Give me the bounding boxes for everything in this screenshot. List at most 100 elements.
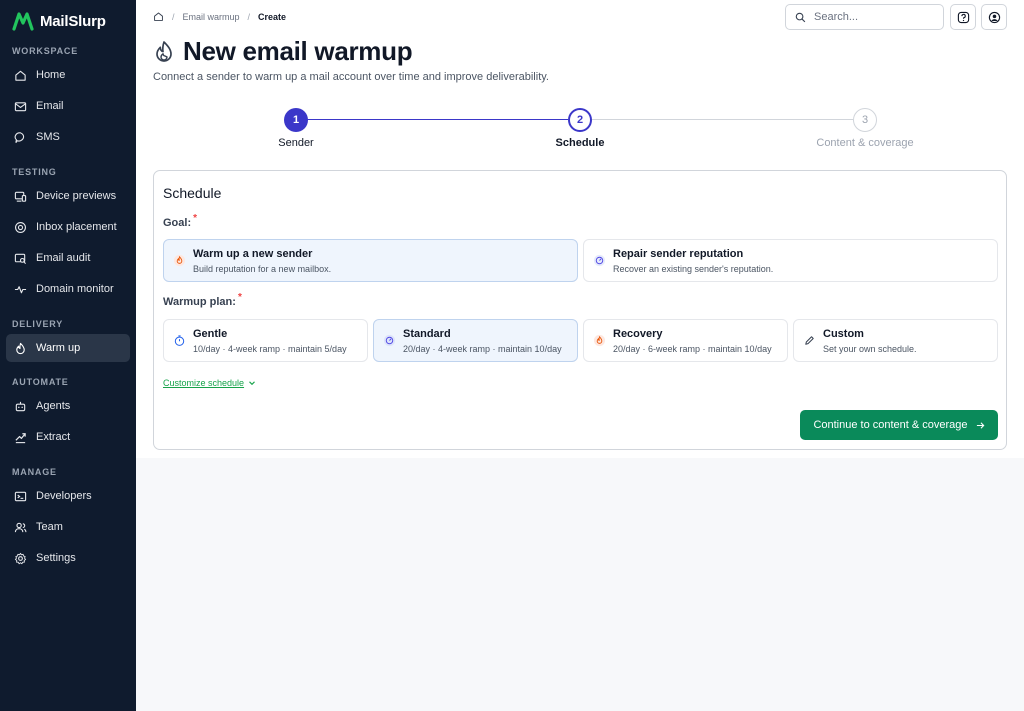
- option-description: Build reputation for a new mailbox.: [193, 264, 332, 274]
- sidebar-item-device-previews[interactable]: Device previews: [6, 182, 130, 210]
- sidebar-item-label: Agents: [36, 400, 71, 412]
- mailslurp-logo-icon: [12, 12, 34, 31]
- sidebar-item-email-audit[interactable]: Email audit: [6, 244, 130, 272]
- warmup-plan-label-text: Warmup plan:: [163, 296, 236, 308]
- customize-schedule-label: Customize schedule: [163, 378, 245, 388]
- brand[interactable]: MailSlurp: [12, 11, 106, 31]
- sidebar-item-label: Email audit: [36, 252, 91, 264]
- section-label-testing: TESTING: [12, 167, 57, 177]
- breadcrumb-separator: /: [247, 11, 251, 22]
- schedule-card: Schedule Goal: * Warm up a new sender Bui…: [153, 170, 1007, 450]
- sidebar-item-label: Extract: [36, 431, 71, 443]
- breadcrumb: / Email warmup / Create: [153, 11, 286, 22]
- robot-icon: [15, 401, 26, 411]
- user-circle-icon: [988, 11, 1000, 23]
- sidebar-item-label: Settings: [36, 552, 76, 564]
- help-icon: [957, 11, 969, 23]
- option-description: Set your own schedule.: [823, 344, 917, 354]
- sidebar-item-label: Device previews: [36, 190, 117, 202]
- devices-icon: [14, 191, 27, 202]
- sidebar: MailSlurp WORKSPACE Home Email SMS TESTI…: [0, 0, 136, 711]
- plan-option-gentle[interactable]: Gentle 10/day · 4-week ramp · maintain 5…: [163, 319, 368, 362]
- sidebar-item-label: Team: [36, 521, 63, 533]
- sidebar-item-inbox-placement[interactable]: Inbox placement: [6, 213, 130, 241]
- flame-icon: [173, 254, 186, 267]
- account-button[interactable]: [981, 4, 1007, 30]
- sidebar-item-label: Email: [36, 100, 64, 112]
- page-header: New email warmup: [153, 36, 413, 67]
- mail-icon: [14, 101, 27, 111]
- help-button[interactable]: [950, 4, 976, 30]
- flame-icon: [156, 40, 172, 62]
- users-icon: [14, 522, 27, 532]
- plan-option-custom[interactable]: Custom Set your own schedule.: [793, 319, 998, 362]
- chat-icon: [14, 131, 25, 143]
- gear-icon: [14, 552, 27, 564]
- step-2-label[interactable]: Schedule: [510, 137, 650, 149]
- home-icon[interactable]: [153, 11, 164, 22]
- customize-schedule-link[interactable]: Customize schedule: [163, 378, 256, 388]
- extract-icon: [15, 432, 26, 443]
- option-title: Recovery: [613, 328, 663, 340]
- gauge-icon: [593, 254, 606, 267]
- search-input[interactable]: [814, 11, 924, 23]
- breadcrumb-link-email-warmup[interactable]: Email warmup: [183, 12, 240, 22]
- chevron-down-icon: [249, 381, 255, 386]
- pulse-icon: [14, 285, 27, 293]
- option-title: Custom: [823, 328, 864, 340]
- search-icon: [795, 12, 806, 22]
- sidebar-item-settings[interactable]: Settings: [6, 544, 130, 572]
- continue-button[interactable]: Continue to content & coverage: [800, 410, 998, 440]
- goal-option-repair-reputation[interactable]: Repair sender reputation Recover an exis…: [583, 239, 998, 282]
- warmup-plan-label: Warmup plan: *: [163, 292, 242, 308]
- plan-option-standard[interactable]: Standard 20/day · 4-week ramp · maintain…: [373, 319, 578, 362]
- sidebar-item-domain-monitor[interactable]: Domain monitor: [6, 275, 130, 303]
- sidebar-item-label: Home: [36, 69, 66, 81]
- audit-icon: [14, 253, 27, 264]
- option-description: 10/day · 4-week ramp · maintain 5/day: [193, 344, 347, 354]
- sidebar-item-developers[interactable]: Developers: [6, 482, 130, 510]
- brand-name: MailSlurp: [40, 12, 106, 30]
- breadcrumb-separator: /: [172, 11, 175, 22]
- breadcrumb-current: Create: [258, 11, 287, 22]
- card-title: Schedule: [163, 185, 222, 201]
- plan-option-recovery[interactable]: Recovery 20/day · 6-week ramp · maintain…: [583, 319, 788, 362]
- home-icon: [15, 70, 26, 81]
- sidebar-item-label: Developers: [36, 490, 92, 502]
- sidebar-item-extract[interactable]: Extract: [6, 423, 130, 451]
- option-title: Repair sender reputation: [613, 248, 744, 260]
- search-box[interactable]: [785, 4, 944, 30]
- goal-option-warm-up-new[interactable]: Warm up a new sender Build reputation fo…: [163, 239, 578, 282]
- sidebar-item-sms[interactable]: SMS: [6, 123, 130, 151]
- stepper-connector-upcoming: [592, 119, 853, 120]
- option-title: Standard: [403, 328, 451, 340]
- sidebar-item-team[interactable]: Team: [6, 513, 130, 541]
- timer-icon: [174, 335, 185, 346]
- page-title: New email warmup: [183, 36, 413, 66]
- section-label-delivery: DELIVERY: [12, 319, 64, 329]
- sidebar-item-agents[interactable]: Agents: [6, 392, 130, 420]
- step-1-label[interactable]: Sender: [226, 137, 366, 149]
- sidebar-item-email[interactable]: Email: [6, 92, 130, 120]
- step-3-label[interactable]: Content & coverage: [795, 137, 935, 149]
- required-mark: *: [193, 213, 198, 224]
- section-label-automate: AUTOMATE: [12, 377, 69, 387]
- terminal-icon: [14, 491, 27, 501]
- pencil-icon: [805, 336, 814, 345]
- flame-icon: [593, 334, 606, 347]
- step-3-circle[interactable]: 3: [853, 108, 877, 132]
- sidebar-item-home[interactable]: Home: [6, 61, 130, 89]
- page-background: [136, 458, 1024, 711]
- step-1-circle[interactable]: 1: [284, 108, 308, 132]
- sidebar-item-warm-up[interactable]: Warm up: [6, 334, 130, 362]
- arrow-right-icon: [976, 421, 984, 429]
- step-2-circle[interactable]: 2: [568, 108, 592, 132]
- stepper-connector-completed: [307, 119, 568, 120]
- option-description: Recover an existing sender's reputation.: [613, 264, 774, 274]
- continue-button-label: Continue to content & coverage: [813, 419, 968, 431]
- sidebar-item-label: SMS: [36, 131, 60, 143]
- gauge-icon: [383, 334, 396, 347]
- required-mark: *: [237, 292, 242, 303]
- goal-label: Goal: *: [163, 213, 197, 229]
- option-description: 20/day · 4-week ramp · maintain 10/day: [403, 344, 562, 354]
